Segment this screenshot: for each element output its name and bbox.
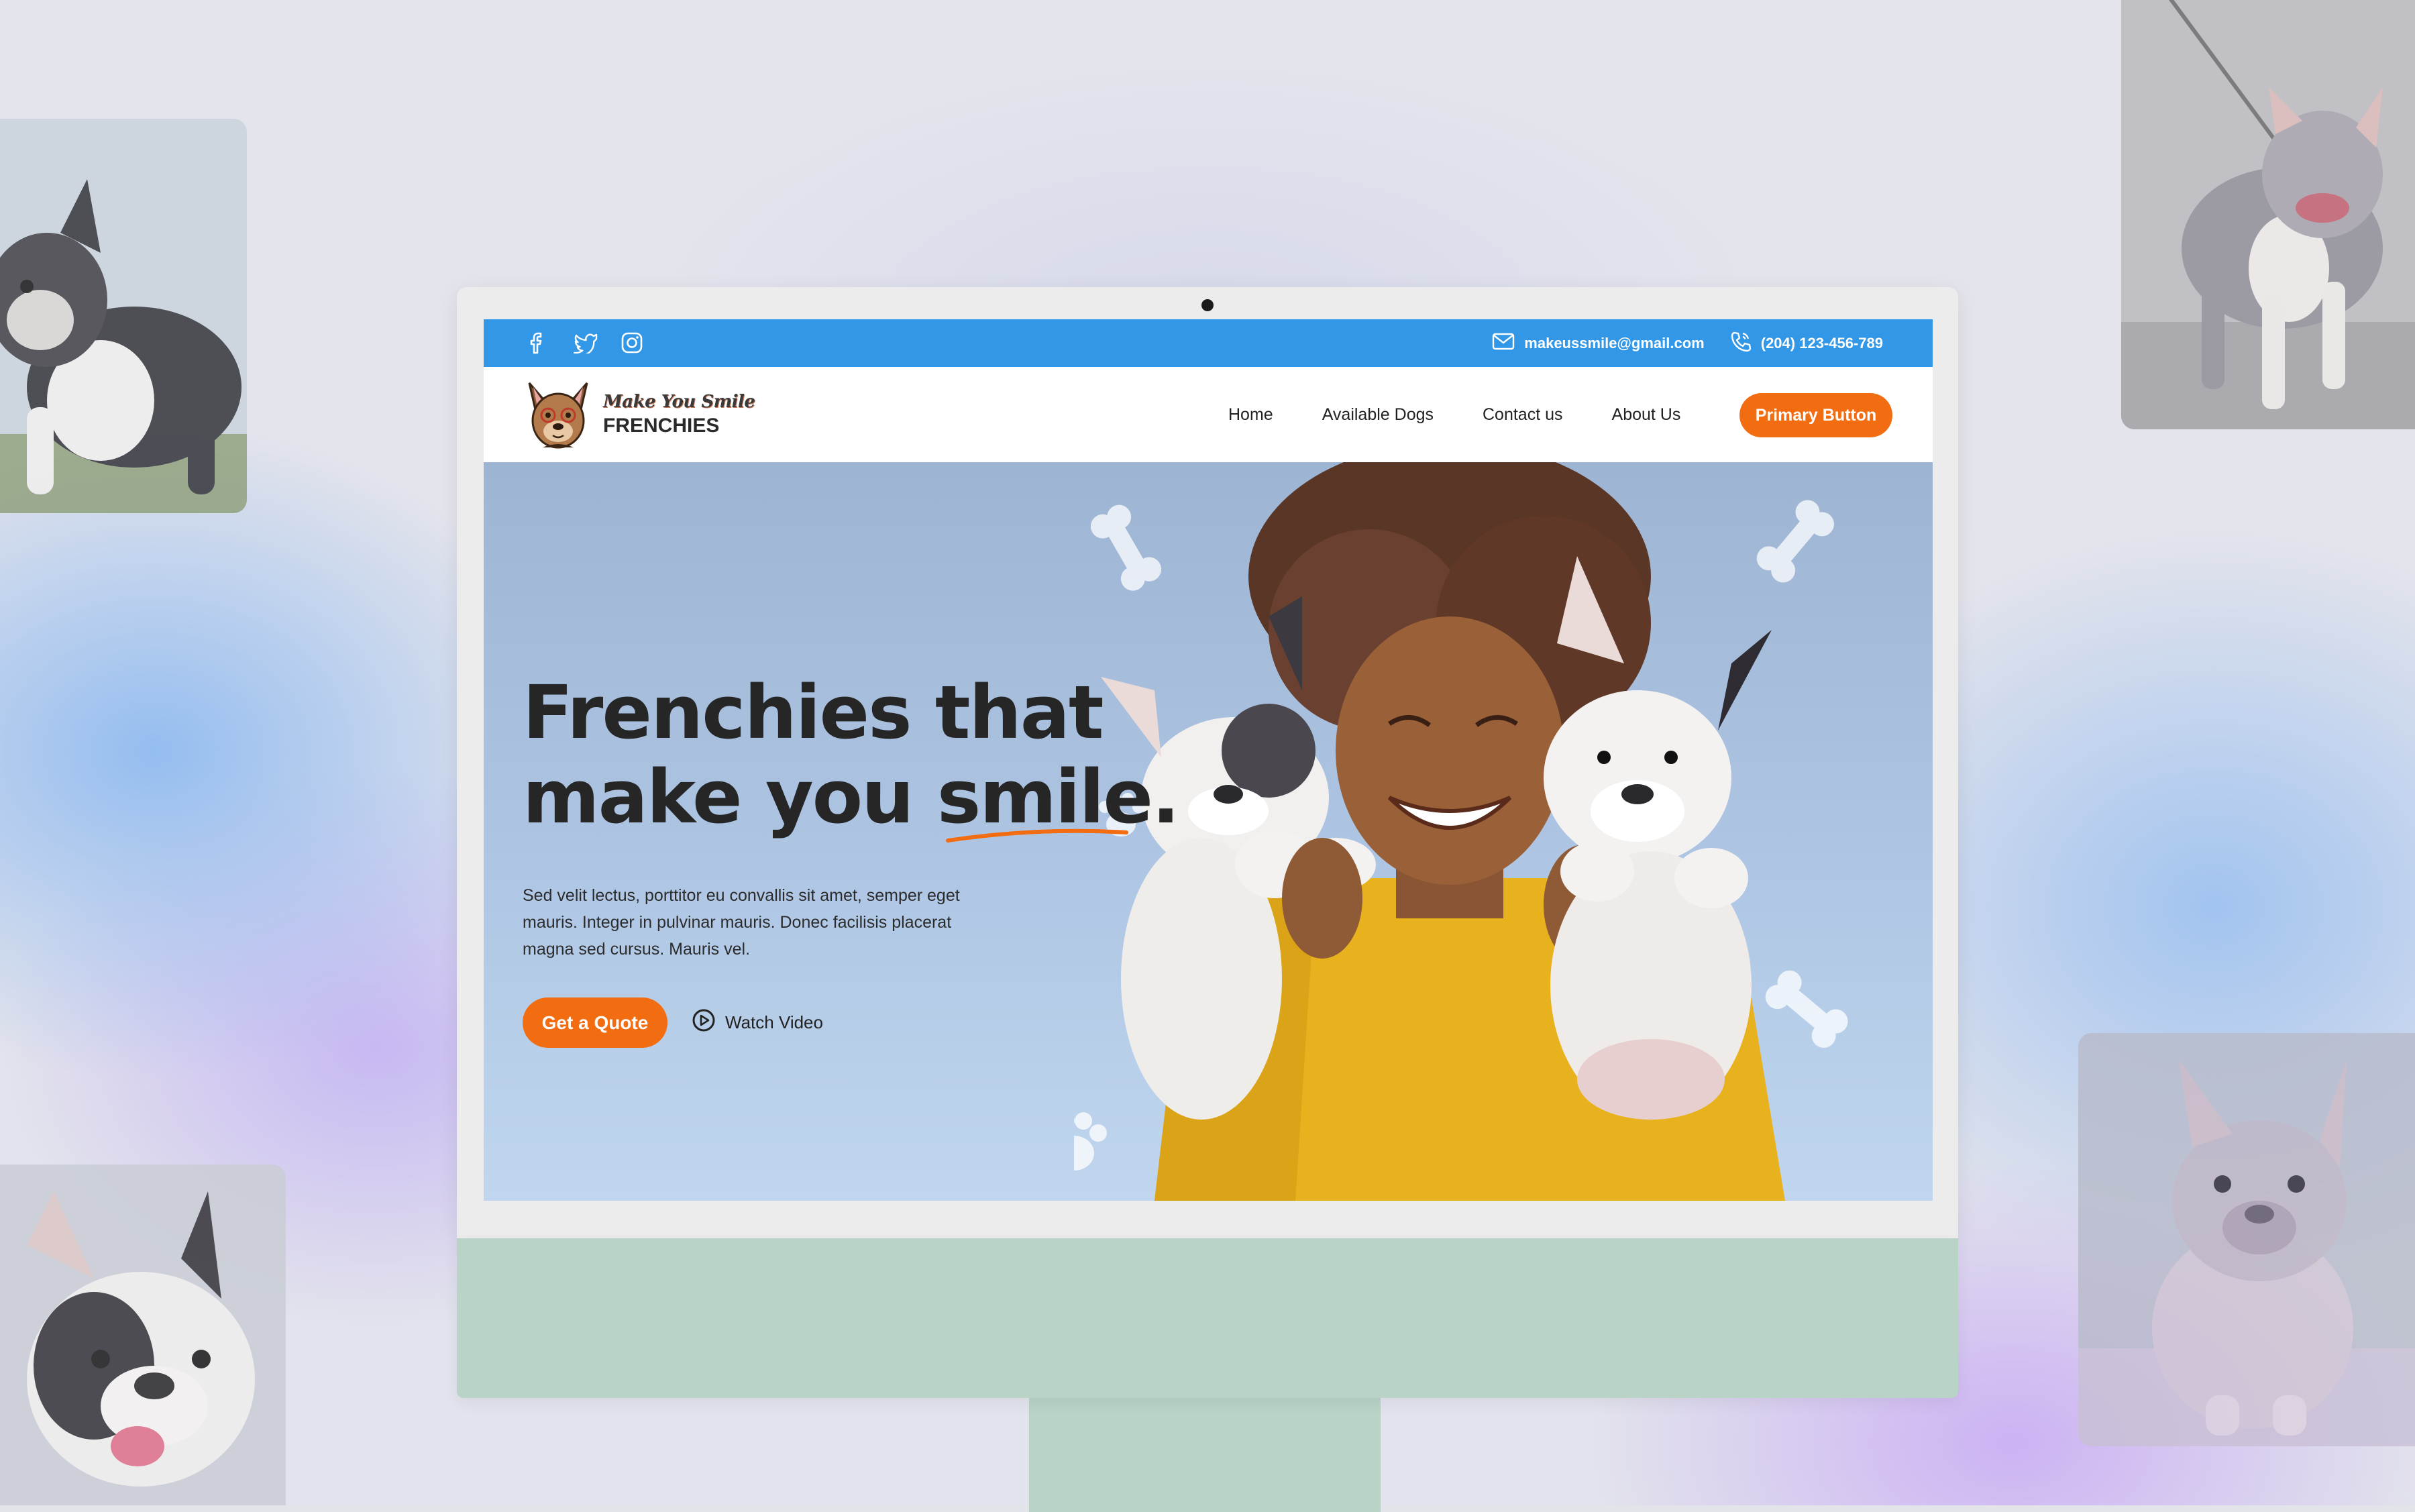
watch-video-label: Watch Video (725, 1012, 823, 1032)
nav-menu: Home Available Dogs Contact us About Us (1228, 367, 1680, 462)
phone-contact[interactable]: (204) 123-456-789 (1730, 331, 1883, 356)
hero-title-line1: Frenchies that (523, 669, 1104, 755)
nav-about-us[interactable]: About Us (1612, 405, 1681, 425)
nav-available-dogs[interactable]: Available Dogs (1322, 405, 1434, 425)
get-a-quote-button[interactable]: Get a Quote (523, 997, 667, 1048)
logo-name: FRENCHIES (603, 415, 720, 437)
hero-title-line2: make you (523, 754, 937, 840)
frenchie-photo-bottom-left (0, 1165, 286, 1505)
hero-title: Frenchies that make you smile. (523, 669, 1193, 843)
webcam (1201, 299, 1214, 311)
logo-text: Make You Smile FRENCHIES (603, 392, 755, 437)
orange-underline-decoration (945, 828, 1128, 843)
frenchie-logo-icon (523, 378, 594, 451)
monitor-bezel: makeussmile@gmail.com (204) 123-456-789 (457, 287, 1958, 1238)
hero-title-period: . (1151, 754, 1180, 840)
frenchie-photo-bottom-right (2078, 1033, 2415, 1446)
logo-tagline: Make You Smile (603, 392, 755, 412)
facebook-icon[interactable] (524, 329, 552, 357)
hero-section: Frenchies that make you smile. Sed velit… (484, 462, 1933, 1201)
top-contact-bar: makeussmile@gmail.com (204) 123-456-789 (484, 319, 1933, 367)
hero-content: Frenchies that make you smile. Sed velit… (523, 670, 1193, 1048)
monitor-stand (1029, 1398, 1381, 1512)
contact-info: makeussmile@gmail.com (204) 123-456-789 (1492, 319, 1883, 367)
monitor: makeussmile@gmail.com (204) 123-456-789 (457, 287, 1958, 1398)
phone-icon (1730, 331, 1752, 356)
nav-contact-us[interactable]: Contact us (1483, 405, 1563, 425)
email-text: makeussmile@gmail.com (1524, 334, 1705, 352)
mail-icon (1492, 333, 1515, 354)
email-contact[interactable]: makeussmile@gmail.com (1492, 333, 1705, 354)
main-navbar: Make You Smile FRENCHIES Home Available … (484, 367, 1933, 462)
monitor-chin (457, 1238, 1958, 1398)
nav-home[interactable]: Home (1228, 405, 1273, 425)
hero-actions: Get a Quote Watch Video (523, 997, 1193, 1048)
hero-photo-woman-with-puppies (1074, 462, 1848, 1201)
brand-logo[interactable]: Make You Smile FRENCHIES (523, 378, 755, 451)
website-screen: makeussmile@gmail.com (204) 123-456-789 (484, 319, 1933, 1201)
watch-video-button[interactable]: Watch Video (692, 1008, 823, 1037)
phone-text: (204) 123-456-789 (1760, 334, 1883, 352)
twitter-icon[interactable] (571, 329, 599, 357)
play-circle-icon (692, 1008, 716, 1037)
frenchie-photo-top-right (2121, 0, 2415, 429)
hero-title-highlight: smile (937, 755, 1153, 843)
instagram-icon[interactable] (618, 329, 646, 357)
primary-button[interactable]: Primary Button (1739, 393, 1892, 437)
social-links (524, 329, 646, 357)
hero-description: Sed velit lectus, porttitor eu convallis… (523, 886, 960, 959)
frenchie-photo-top-left (0, 119, 247, 513)
